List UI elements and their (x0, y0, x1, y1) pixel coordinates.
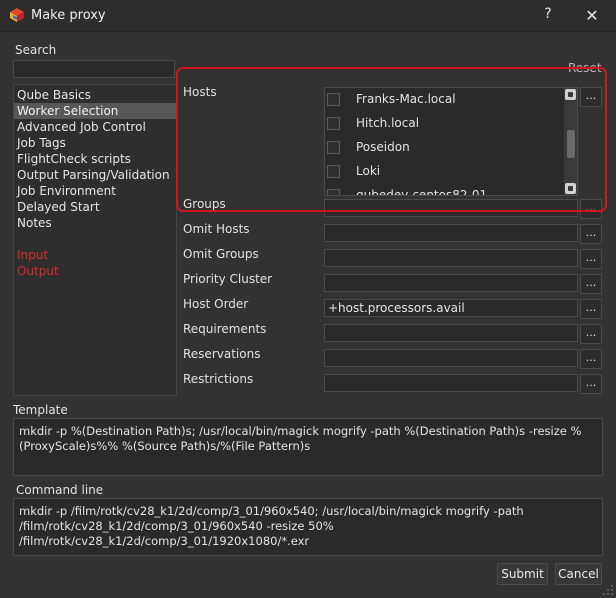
nav-item-notes[interactable]: Notes (14, 215, 176, 231)
priority-cluster-more-button[interactable]: ... (580, 274, 602, 294)
host-order-value: +host.processors.avail (328, 301, 465, 315)
reservations-field[interactable] (324, 349, 578, 367)
nav-item-input[interactable]: Input (14, 247, 176, 263)
qube-logo-icon (10, 8, 24, 22)
host-row[interactable]: Hitch.local (325, 112, 565, 136)
nav-item-advanced-job-control[interactable]: Advanced Job Control (14, 119, 176, 135)
host-checkbox[interactable] (327, 117, 340, 130)
cancel-button[interactable]: Cancel (555, 563, 602, 585)
groups-more-button[interactable]: ... (580, 199, 602, 219)
search-label: Search (15, 43, 57, 57)
hosts-list[interactable]: Franks-Mac.local Hitch.local Poseidon Lo… (324, 87, 578, 196)
reservations-more-button[interactable]: ... (580, 349, 602, 369)
host-order-field[interactable]: +host.processors.avail (324, 299, 578, 317)
host-name: qubedev-centos82-01 (356, 188, 488, 196)
nav-item-output-parsing[interactable]: Output Parsing/Validation (14, 167, 176, 183)
nav-item-flightcheck-scripts[interactable]: FlightCheck scripts (14, 151, 176, 167)
nav-item-delayed-start[interactable]: Delayed Start (14, 199, 176, 215)
window-title: Make proxy (31, 8, 106, 23)
template-textarea[interactable]: mkdir -p %(Destination Path)s; /usr/loca… (13, 418, 603, 476)
host-order-more-button[interactable]: ... (580, 299, 602, 319)
section-list[interactable]: Qube Basics Worker Selection Advanced Jo… (13, 84, 177, 396)
title-bar: Make proxy ? ✕ (0, 0, 616, 32)
omit-hosts-more-button[interactable]: ... (580, 224, 602, 244)
hosts-scrollbar[interactable] (564, 88, 577, 195)
submit-button[interactable]: Submit (497, 563, 548, 585)
command-line-label: Command line (16, 483, 104, 497)
restrictions-label: Restrictions (183, 372, 254, 386)
scroll-up-icon[interactable] (565, 89, 576, 100)
omit-groups-label: Omit Groups (183, 247, 259, 261)
host-checkbox[interactable] (327, 189, 340, 195)
host-name: Loki (356, 164, 381, 178)
host-name: Franks-Mac.local (356, 92, 456, 106)
groups-label: Groups (183, 197, 226, 211)
restrictions-field[interactable] (324, 374, 578, 392)
nav-item-worker-selection[interactable]: Worker Selection (14, 103, 176, 119)
hosts-label: Hosts (183, 85, 217, 99)
nav-item-qube-basics[interactable]: Qube Basics (14, 87, 176, 103)
nav-item-job-tags[interactable]: Job Tags (14, 135, 176, 151)
scroll-thumb[interactable] (567, 130, 575, 158)
nav-item-output[interactable]: Output (14, 263, 176, 279)
host-name: Hitch.local (356, 116, 420, 130)
host-checkbox[interactable] (327, 165, 340, 178)
search-input[interactable] (13, 60, 175, 78)
omit-hosts-label: Omit Hosts (183, 222, 250, 236)
resize-grip-icon[interactable] (602, 584, 614, 596)
host-row[interactable]: Poseidon (325, 136, 565, 160)
omit-hosts-field[interactable] (324, 224, 578, 242)
reset-button[interactable]: Reset (568, 61, 602, 75)
reservations-label: Reservations (183, 347, 261, 361)
host-row[interactable]: Loki (325, 160, 565, 184)
omit-groups-field[interactable] (324, 249, 578, 267)
priority-cluster-label: Priority Cluster (183, 272, 273, 286)
host-checkbox[interactable] (327, 93, 340, 106)
host-row[interactable]: Franks-Mac.local (325, 88, 565, 112)
close-icon[interactable]: ✕ (583, 6, 601, 26)
scroll-down-icon[interactable] (565, 183, 576, 194)
host-row[interactable]: qubedev-centos82-01 (325, 184, 565, 196)
restrictions-more-button[interactable]: ... (580, 374, 602, 394)
command-line-textarea[interactable]: mkdir -p /film/rotk/cv28_k1/2d/comp/3_01… (13, 498, 603, 556)
template-label: Template (13, 403, 68, 417)
priority-cluster-field[interactable] (324, 274, 578, 292)
help-button[interactable]: ? (540, 6, 556, 26)
groups-field[interactable] (324, 199, 578, 217)
host-checkbox[interactable] (327, 141, 340, 154)
hosts-more-button[interactable]: ... (580, 87, 602, 107)
omit-groups-more-button[interactable]: ... (580, 249, 602, 269)
nav-item-job-environment[interactable]: Job Environment (14, 183, 176, 199)
requirements-more-button[interactable]: ... (580, 324, 602, 344)
requirements-label: Requirements (183, 322, 267, 336)
host-order-label: Host Order (183, 297, 249, 311)
host-name: Poseidon (356, 140, 410, 154)
requirements-field[interactable] (324, 324, 578, 342)
